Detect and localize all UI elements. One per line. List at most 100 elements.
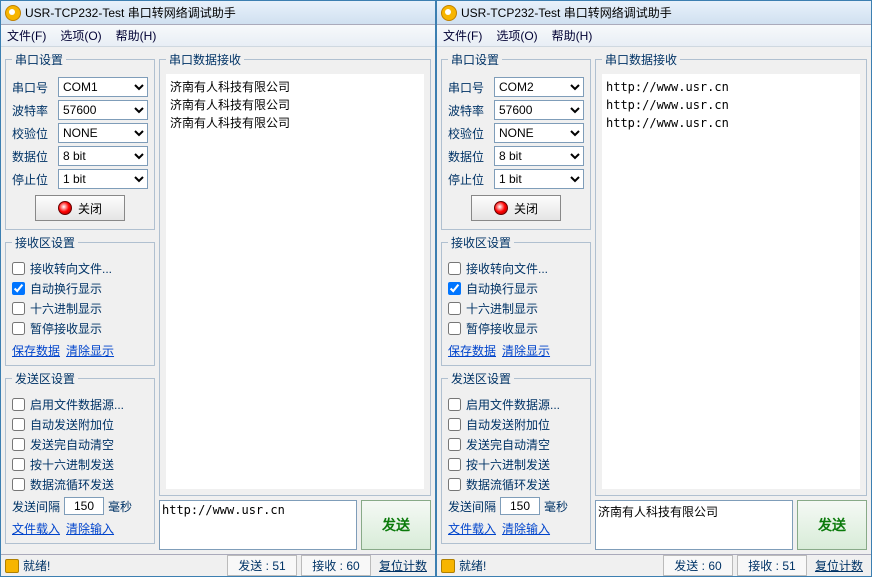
recv-to-file-checkbox[interactable]	[448, 262, 461, 275]
reset-counter-link[interactable]: 复位计数	[375, 557, 431, 574]
menubar: 文件(F) 选项(O) 帮助(H)	[437, 25, 871, 47]
hex-send-checkbox[interactable]	[448, 458, 461, 471]
menu-options[interactable]: 选项(O)	[496, 27, 537, 44]
data-select[interactable]: 8 bit	[494, 146, 584, 166]
recv-to-file-checkbox[interactable]	[12, 262, 25, 275]
pause-recv-checkbox[interactable]	[448, 322, 461, 335]
loop-send-checkbox[interactable]	[12, 478, 25, 491]
record-icon	[494, 201, 508, 215]
serial-settings: 串口设置 串口号 COM1 波特率 57600 校验位 NONE 数据位 8 bit 停…	[5, 51, 155, 230]
ready-text: 就绪!	[459, 557, 659, 574]
interval-unit: 毫秒	[108, 498, 132, 515]
serial-settings-legend: 串口设置	[448, 51, 502, 68]
data-select[interactable]: 8 bit	[58, 146, 148, 166]
titlebar[interactable]: USR-TCP232-Test 串口转网络调试助手	[437, 1, 871, 25]
recv-text[interactable]: http://www.usr.cn http://www.usr.cn http…	[602, 74, 860, 489]
baud-select[interactable]: 57600	[58, 100, 148, 120]
serial-settings: 串口设置 串口号 COM2 波特率 57600 校验位 NONE 数据位 8 bit 停…	[441, 51, 591, 230]
auto-clear-checkbox[interactable]	[12, 438, 25, 451]
parity-label: 校验位	[448, 125, 488, 142]
data-label: 数据位	[448, 148, 488, 165]
loop-send-checkbox[interactable]	[448, 478, 461, 491]
menu-file[interactable]: 文件(F)	[7, 27, 46, 44]
app-window-0: USR-TCP232-Test 串口转网络调试助手 文件(F) 选项(O) 帮助…	[0, 0, 436, 577]
clear-input-link[interactable]: 清除输入	[66, 522, 114, 536]
menu-help[interactable]: 帮助(H)	[552, 27, 593, 44]
interval-label: 发送间隔	[12, 498, 60, 515]
parity-select[interactable]: NONE	[494, 123, 584, 143]
auto-wrap-checkbox[interactable]	[12, 282, 25, 295]
stop-select[interactable]: 1 bit	[494, 169, 584, 189]
parity-label: 校验位	[12, 125, 52, 142]
recv-count: 接收 : 51	[737, 555, 807, 576]
sent-count: 发送 : 51	[227, 555, 297, 576]
port-label: 串口号	[448, 79, 488, 96]
recv-area: 串口数据接收 http://www.usr.cn http://www.usr.…	[595, 51, 867, 496]
auto-append-checkbox[interactable]	[448, 418, 461, 431]
serial-settings-legend: 串口设置	[12, 51, 66, 68]
pause-recv-checkbox[interactable]	[12, 322, 25, 335]
auto-clear-checkbox[interactable]	[448, 438, 461, 451]
stop-label: 停止位	[12, 171, 52, 188]
window-title: USR-TCP232-Test 串口转网络调试助手	[461, 4, 672, 21]
auto-append-checkbox[interactable]	[12, 418, 25, 431]
auto-wrap-checkbox[interactable]	[448, 282, 461, 295]
data-label: 数据位	[12, 148, 52, 165]
recv-settings-legend: 接收区设置	[448, 234, 514, 251]
recv-settings: 接收区设置 接收转向文件... 自动换行显示 十六进制显示 暂停接收显示 保存数…	[441, 234, 591, 366]
baud-label: 波特率	[448, 102, 488, 119]
file-load-link[interactable]: 文件载入	[12, 522, 60, 536]
send-textarea[interactable]	[159, 500, 357, 550]
port-select[interactable]: COM2	[494, 77, 584, 97]
hex-send-checkbox[interactable]	[12, 458, 25, 471]
ready-icon	[5, 559, 19, 573]
interval-label: 发送间隔	[448, 498, 496, 515]
close-port-button[interactable]: 关闭	[35, 195, 125, 221]
clear-input-link[interactable]: 清除输入	[502, 522, 550, 536]
send-settings-legend: 发送区设置	[448, 370, 514, 387]
file-source-checkbox[interactable]	[448, 398, 461, 411]
port-label: 串口号	[12, 79, 52, 96]
app-icon	[441, 5, 457, 21]
menu-options[interactable]: 选项(O)	[60, 27, 101, 44]
menubar: 文件(F) 选项(O) 帮助(H)	[1, 25, 435, 47]
hex-display-checkbox[interactable]	[12, 302, 25, 315]
menu-help[interactable]: 帮助(H)	[116, 27, 157, 44]
send-settings-legend: 发送区设置	[12, 370, 78, 387]
titlebar[interactable]: USR-TCP232-Test 串口转网络调试助手	[1, 1, 435, 25]
stop-label: 停止位	[448, 171, 488, 188]
sent-count: 发送 : 60	[663, 555, 733, 576]
send-button[interactable]: 发送	[797, 500, 867, 550]
send-button[interactable]: 发送	[361, 500, 431, 550]
interval-unit: 毫秒	[544, 498, 568, 515]
parity-select[interactable]: NONE	[58, 123, 148, 143]
baud-label: 波特率	[12, 102, 52, 119]
save-data-link[interactable]: 保存数据	[12, 344, 60, 358]
menu-file[interactable]: 文件(F)	[443, 27, 482, 44]
recv-text[interactable]: 济南有人科技有限公司 济南有人科技有限公司 济南有人科技有限公司	[166, 74, 424, 489]
record-icon	[58, 201, 72, 215]
file-load-link[interactable]: 文件载入	[448, 522, 496, 536]
clear-display-link[interactable]: 清除显示	[66, 344, 114, 358]
file-source-checkbox[interactable]	[12, 398, 25, 411]
window-title: USR-TCP232-Test 串口转网络调试助手	[25, 4, 236, 21]
clear-display-link[interactable]: 清除显示	[502, 344, 550, 358]
statusbar: 就绪! 发送 : 60 接收 : 51 复位计数	[437, 554, 871, 576]
save-data-link[interactable]: 保存数据	[448, 344, 496, 358]
ready-icon	[441, 559, 455, 573]
reset-counter-link[interactable]: 复位计数	[811, 557, 867, 574]
send-textarea[interactable]	[595, 500, 793, 550]
baud-select[interactable]: 57600	[494, 100, 584, 120]
stop-select[interactable]: 1 bit	[58, 169, 148, 189]
interval-input[interactable]	[64, 497, 104, 515]
recv-count: 接收 : 60	[301, 555, 371, 576]
recv-area: 串口数据接收 济南有人科技有限公司 济南有人科技有限公司 济南有人科技有限公司	[159, 51, 431, 496]
app-icon	[5, 5, 21, 21]
interval-input[interactable]	[500, 497, 540, 515]
recv-area-legend: 串口数据接收	[602, 51, 680, 68]
hex-display-checkbox[interactable]	[448, 302, 461, 315]
port-select[interactable]: COM1	[58, 77, 148, 97]
ready-text: 就绪!	[23, 557, 223, 574]
close-port-button[interactable]: 关闭	[471, 195, 561, 221]
send-settings: 发送区设置 启用文件数据源... 自动发送附加位 发送完自动清空 按十六进制发送…	[441, 370, 591, 544]
